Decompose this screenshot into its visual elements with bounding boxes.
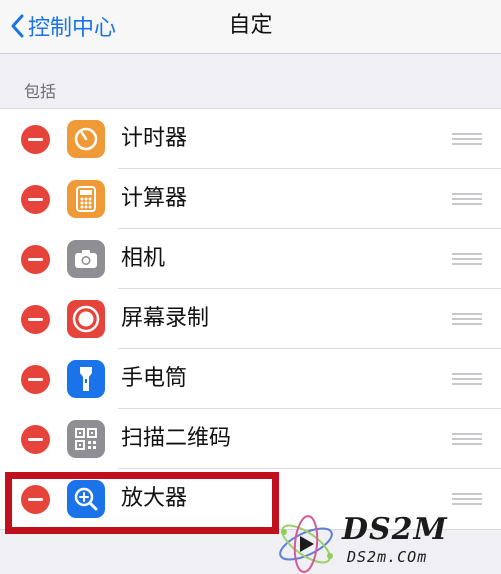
remove-button[interactable] [21,245,50,274]
list-item-flashlight: 手电筒 [0,349,501,409]
remove-button[interactable] [21,305,50,334]
screen-record-icon [67,300,105,338]
item-label: 屏幕录制 [121,306,210,331]
camera-icon [67,240,105,278]
watermark-brand: DS2M [342,512,448,547]
reorder-handle-icon[interactable] [452,253,482,265]
item-label: 计时器 [121,126,188,151]
item-label: 手电筒 [121,366,188,391]
reorder-handle-icon[interactable] [452,373,482,385]
list-item-qr-scanner: 扫描二维码 [0,409,501,469]
flashlight-icon [67,360,105,398]
reorder-handle-icon[interactable] [452,193,482,205]
list-item-timer: 计时器 [0,109,501,169]
timer-icon [67,120,105,158]
item-label: 相机 [121,246,166,271]
remove-button[interactable] [21,185,50,214]
watermark-site: DS2m.COm [347,548,428,566]
reorder-handle-icon[interactable] [452,313,482,325]
atom-logo-icon [279,515,333,573]
qr-code-icon [67,420,105,458]
remove-button[interactable] [21,425,50,454]
reorder-handle-icon[interactable] [452,433,482,445]
navigation-bar: 控制中心 自定 [0,0,501,54]
item-label: 扫描二维码 [121,426,232,451]
section-header: 包括 [24,82,57,101]
included-controls-list: 计时器 计算器 相机 屏幕录制 手电筒 扫描二维码 放大器 [0,108,501,530]
highlight-box [5,472,279,534]
reorder-handle-icon[interactable] [452,133,482,145]
calculator-icon [67,180,105,218]
list-item-calculator: 计算器 [0,169,501,229]
list-item-screen-recording: 屏幕录制 [0,289,501,349]
reorder-handle-icon[interactable] [452,493,482,505]
remove-button[interactable] [21,365,50,394]
page-title: 自定 [228,13,273,38]
watermark-logo: DS2M DS2m.COm [272,512,501,574]
remove-button[interactable] [21,125,50,154]
item-label: 计算器 [121,186,188,211]
list-item-camera: 相机 [0,229,501,289]
